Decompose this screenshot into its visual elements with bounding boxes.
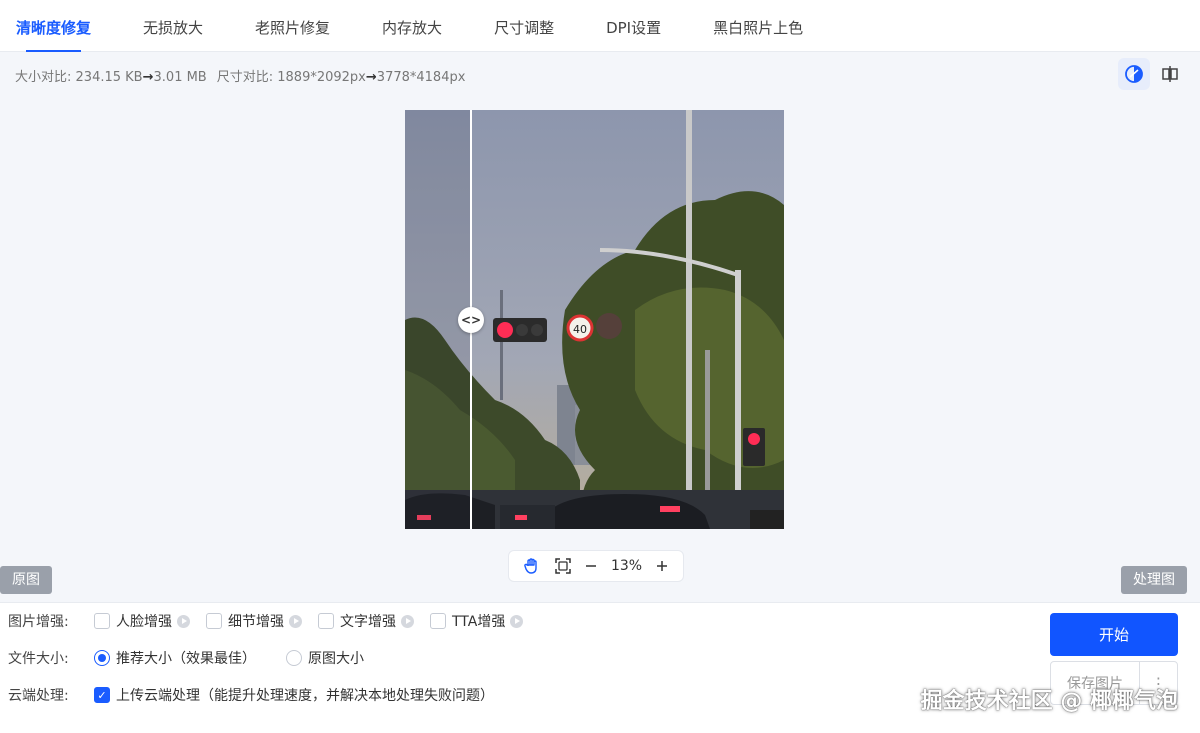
- minus-icon: [586, 565, 597, 567]
- arrow-right-icon: →: [365, 70, 377, 85]
- arrow-right-icon: →: [142, 70, 154, 85]
- size-compare: 大小对比: 234.15 KB→3.01 MB: [15, 70, 207, 85]
- checkbox-icon: [206, 613, 222, 629]
- start-button[interactable]: 开始: [1050, 613, 1178, 656]
- checkbox-icon: [430, 613, 446, 629]
- compare-preview[interactable]: 40 <>: [405, 110, 784, 529]
- cloud-process-label: 云端处理:: [8, 688, 69, 704]
- pan-tool-button[interactable]: [523, 557, 541, 575]
- speed-limit-sign: 40: [573, 323, 587, 336]
- play-info-icon[interactable]: [510, 614, 524, 628]
- recommended-size-radio[interactable]: 推荐大小（效果最佳）: [94, 648, 256, 668]
- tab-dpi-settings[interactable]: DPI设置: [606, 0, 661, 52]
- image-enhance-label: 图片增强:: [8, 614, 69, 630]
- tab-clarity-repair[interactable]: 清晰度修复: [16, 0, 91, 52]
- view-mode-toggle: [1118, 58, 1186, 90]
- play-info-icon[interactable]: [401, 614, 414, 628]
- tab-old-photo-repair[interactable]: 老照片修复: [255, 0, 330, 52]
- radio-icon: [286, 650, 302, 666]
- side-by-side-view-button[interactable]: [1154, 58, 1186, 90]
- radio-selected-icon: [94, 650, 110, 666]
- image-enhance-row: 图片增强: 人脸增强 细节增强 文字增强 TTA增强: [8, 611, 539, 631]
- file-size-label: 文件大小:: [8, 651, 69, 667]
- dimension-compare: 尺寸对比: 1889*2092px→3778*4184px: [216, 70, 466, 85]
- tta-enhance-checkbox[interactable]: TTA增强: [430, 611, 524, 631]
- zoom-out-button[interactable]: [584, 559, 598, 573]
- file-size-row: 文件大小: 推荐大小（效果最佳） 原图大小: [8, 648, 380, 668]
- tab-lossless-upscale[interactable]: 无损放大: [143, 0, 203, 52]
- face-enhance-checkbox[interactable]: 人脸增强: [94, 611, 190, 631]
- watermark: 掘金技术社区 @ 椰椰气泡: [920, 689, 1178, 714]
- chevron-left-right-icon: <>: [460, 313, 482, 327]
- cloud-process-row: 云端处理: ✓ 上传云端处理（能提升处理速度，并解决本地处理失败问题）: [8, 685, 510, 705]
- cloud-upload-checkbox[interactable]: ✓ 上传云端处理（能提升处理速度，并解决本地处理失败问题）: [94, 685, 494, 705]
- text-enhance-checkbox[interactable]: 文字增强: [318, 611, 414, 631]
- compare-slider-view-button[interactable]: [1118, 58, 1150, 90]
- compare-handle[interactable]: <>: [458, 307, 484, 333]
- checkbox-icon: [318, 613, 334, 629]
- plus-icon: [656, 561, 667, 571]
- tab-memory-upscale[interactable]: 内存放大: [382, 0, 442, 52]
- zoom-level: 13%: [610, 558, 643, 574]
- fit-screen-button[interactable]: [554, 557, 572, 575]
- hand-icon: [524, 558, 537, 574]
- checkbox-icon: [94, 613, 110, 629]
- tab-colorize[interactable]: 黑白照片上色: [713, 0, 803, 52]
- processed-image-tag: 处理图: [1121, 566, 1187, 594]
- tab-size-adjust[interactable]: 尺寸调整: [494, 0, 554, 52]
- original-image-tag: 原图: [0, 566, 52, 594]
- play-info-icon[interactable]: [177, 614, 190, 628]
- detail-enhance-checkbox[interactable]: 细节增强: [206, 611, 302, 631]
- play-info-icon[interactable]: [289, 614, 302, 628]
- zoom-toolbar: 13%: [508, 550, 684, 582]
- fullscreen-icon: [555, 558, 571, 574]
- split-view-icon: [1162, 66, 1178, 82]
- half-circle-icon: [1125, 65, 1143, 83]
- zoom-in-button[interactable]: [655, 559, 669, 573]
- compare-info: 大小对比: 234.15 KB→3.01 MB 尺寸对比: 1889*2092p…: [15, 66, 465, 85]
- original-size-radio[interactable]: 原图大小: [286, 648, 364, 668]
- feature-tabs: 清晰度修复 无损放大 老照片修复 内存放大 尺寸调整 DPI设置 黑白照片上色: [0, 0, 1200, 52]
- check-icon: ✓: [94, 687, 110, 703]
